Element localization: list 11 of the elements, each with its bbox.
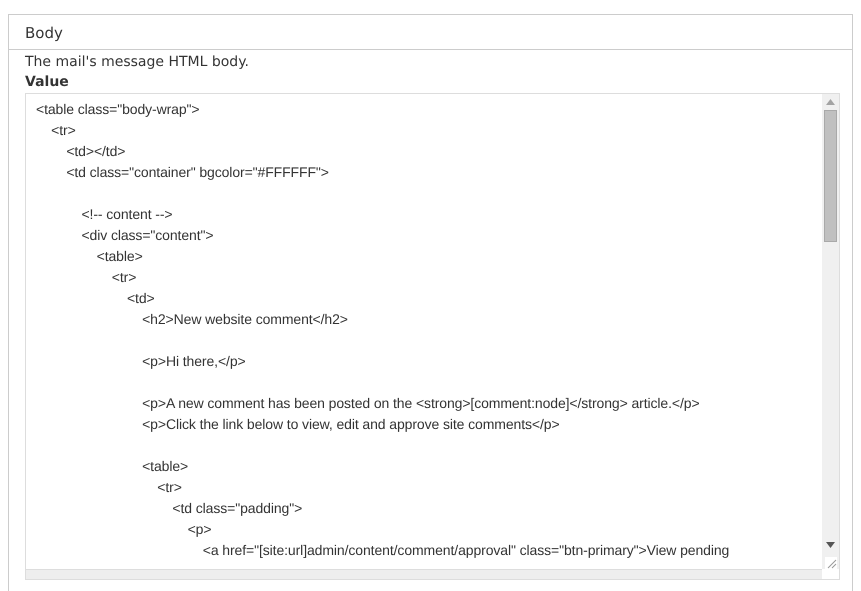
resize-grip-icon[interactable] bbox=[824, 557, 836, 569]
html-body-field[interactable] bbox=[25, 93, 840, 580]
resize-handle[interactable] bbox=[26, 569, 822, 579]
scrollbar-thumb[interactable] bbox=[824, 110, 837, 242]
scroll-down-icon[interactable] bbox=[826, 542, 835, 548]
scroll-up-icon[interactable] bbox=[826, 99, 835, 105]
html-code-text: <table class="body-wrap"> <tr> <td></td> <td class="container" bgcolor="#FFFFFF"> <!-- content --> <div class="content"> <table> <tr> <td> <h2>New website comment</h2> <p>Hi there,</p> <p>A new comment has been posted on the <strong>[comment:node]</strong> article.</p> <p>Click the link below to view, edit and approve site comments</p> <table> <tr> <td class="padding"> <p> <a href="[site:url]admin/content/comment/approval" class="btn-primary">View pending bbox=[35, 100, 730, 560]
field-label: Value bbox=[25, 73, 70, 92]
vertical-scrollbar[interactable] bbox=[822, 94, 839, 569]
field-description: The mail's message HTML body. bbox=[25, 53, 250, 72]
panel-title: Body bbox=[25, 24, 63, 42]
